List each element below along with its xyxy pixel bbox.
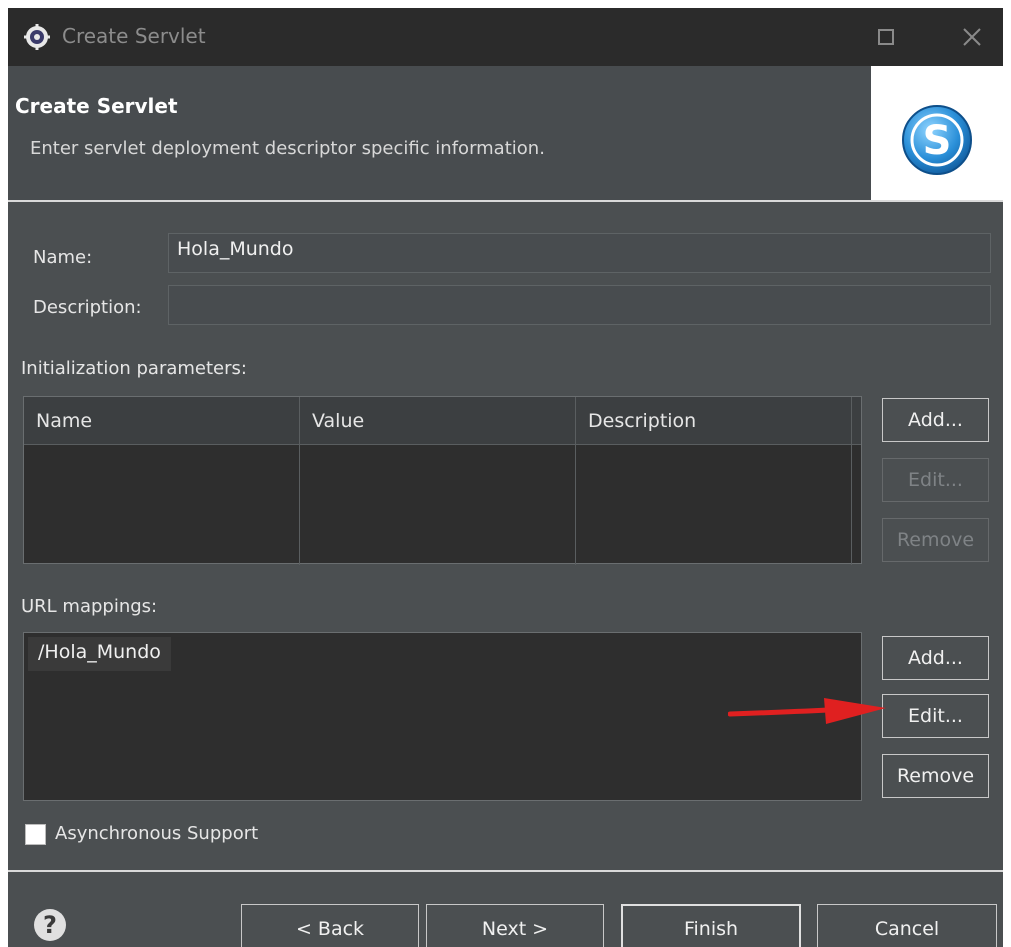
name-label: Name: [33, 247, 93, 268]
eclipse-gear-icon [24, 24, 50, 50]
close-icon[interactable] [952, 20, 992, 54]
init-params-add-button[interactable]: Add... [882, 398, 989, 442]
init-params-table[interactable]: Name Value Description [23, 396, 862, 565]
init-params-edit-button[interactable]: Edit... [882, 458, 989, 502]
create-servlet-dialog: Create Servlet Create Servlet Enter serv… [8, 8, 1003, 947]
back-button[interactable]: < Back [241, 904, 419, 947]
wizard-heading: Create Servlet [15, 94, 178, 118]
wizard-subheading: Enter servlet deployment descriptor spec… [30, 138, 545, 159]
maximize-button[interactable] [866, 20, 906, 54]
init-params-remove-button[interactable]: Remove [882, 518, 989, 562]
next-button[interactable]: Next > [426, 904, 604, 947]
column-header-value[interactable]: Value [300, 397, 576, 445]
url-mappings-remove-button[interactable]: Remove [882, 754, 989, 798]
column-divider [575, 397, 576, 565]
window-title: Create Servlet [62, 24, 206, 48]
finish-button[interactable]: Finish [621, 904, 801, 947]
url-mapping-item[interactable]: /Hola_Mundo [28, 637, 171, 671]
column-header-description[interactable]: Description [576, 397, 852, 445]
footer-divider [8, 870, 1003, 872]
wizard-logo-panel: S [871, 66, 1003, 200]
wizard-banner: Create Servlet Enter servlet deployment … [8, 66, 1003, 200]
name-field[interactable]: Hola_Mundo [168, 233, 991, 273]
async-support-label: Asynchronous Support [55, 823, 259, 844]
banner-divider [8, 200, 1003, 202]
column-divider [851, 397, 852, 565]
description-label: Description: [33, 297, 142, 318]
help-icon[interactable]: ? [34, 909, 66, 941]
servlet-s-logo-icon: S [902, 105, 972, 175]
cancel-button[interactable]: Cancel [817, 904, 997, 947]
column-header-name[interactable]: Name [24, 397, 300, 445]
red-arrow-annotation-icon [728, 698, 886, 724]
maximize-icon [878, 29, 894, 45]
async-support-checkbox[interactable] [25, 824, 46, 845]
logo-letter: S [923, 118, 952, 164]
init-params-header: Name Value Description [24, 397, 861, 445]
url-mappings-label: URL mappings: [21, 596, 158, 617]
url-mappings-add-button[interactable]: Add... [882, 636, 989, 680]
column-divider [299, 397, 300, 565]
init-params-label: Initialization parameters: [21, 358, 247, 379]
url-mappings-edit-button[interactable]: Edit... [882, 694, 989, 738]
title-bar: Create Servlet [8, 8, 1003, 66]
description-field[interactable] [168, 285, 991, 325]
